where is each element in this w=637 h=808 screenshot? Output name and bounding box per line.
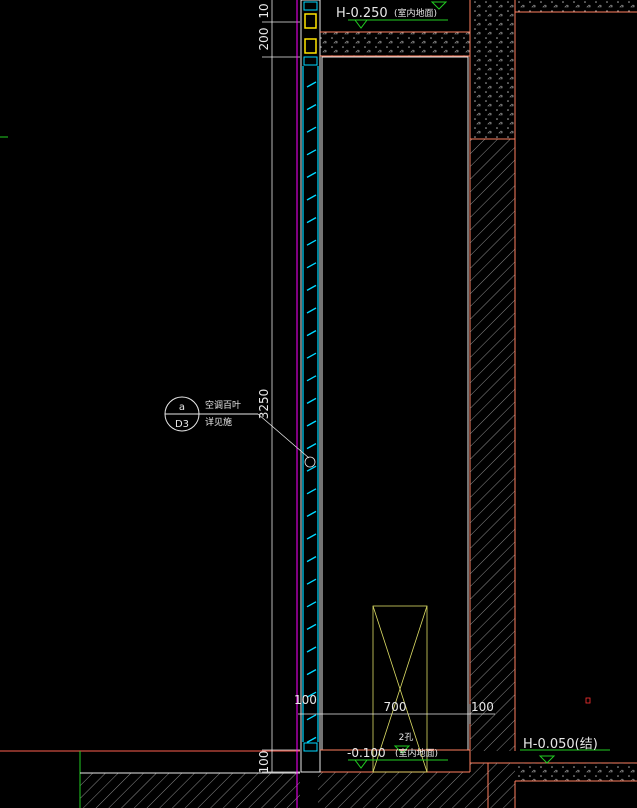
louver-slat [306,194,317,201]
louver-slats [306,81,317,744]
louver-slat [306,352,317,359]
level-right-value: H-0.050(结) [523,737,598,752]
opening-tag: 2孔 [399,732,414,743]
louver-slat [306,397,317,405]
louver-slat [306,171,317,179]
louver-slat [306,103,317,111]
level-bottom-note: (室内地面) [395,747,438,759]
louver-slat [306,488,317,495]
louver-frame [300,0,321,773]
louver-slat [306,239,317,246]
louver-slat [306,126,317,133]
dim-left-width: 100 [294,693,317,707]
level-top-note: (室内地面) [394,7,437,19]
louver-slat [306,668,317,676]
level-marker-right: H-0.050(结) [520,737,610,764]
louver-slat [306,284,317,292]
louver-slat [306,714,317,721]
callout-number: a [179,402,185,413]
louver-slat [306,329,317,337]
louver-slat [306,601,317,608]
louver-slat [306,736,317,744]
wall-cavity [320,0,471,772]
louver-slat [306,533,317,540]
level-marker-top: H-0.250 (室内地面) [336,1,448,29]
louver-slat [306,420,317,427]
cad-drawing: 10 200 3250 100 2孔 100 700 100 H-0.250 (… [0,0,637,808]
dim-upper: 200 [257,28,271,51]
dim-top-partial: 10 [257,3,271,18]
dim-bottom: 100 [257,751,271,774]
louver-slat [306,510,317,518]
level-top-value: H-0.250 [336,6,388,21]
callout-note-line1: 空调百叶 [205,399,241,411]
louver-slat [306,216,317,224]
dim-right-width: 100 [471,700,494,714]
louver-slat [306,555,317,563]
detail-callout: a D3 空调百叶 详见施 [164,396,316,468]
level-marker-bottom: -0.100 (室内地面) [347,745,448,769]
louver-slat [306,81,317,88]
louver-slat [306,646,317,653]
louver-slat [306,578,317,585]
dim-opening-width: 700 [384,700,407,714]
louver-slat [306,307,317,314]
left-tick-marks [0,136,8,752]
louver-slat [306,375,317,382]
callout-note-line2: 详见施 [205,416,232,428]
right-column [470,0,637,808]
louver-slat [306,262,317,269]
louver-slat [306,442,317,450]
vertical-dimension-line [262,0,300,773]
louver-slat [306,623,317,631]
level-bottom-value: -0.100 [347,746,386,760]
louver-slat [306,149,317,156]
callout-sheet: D3 [175,419,189,430]
